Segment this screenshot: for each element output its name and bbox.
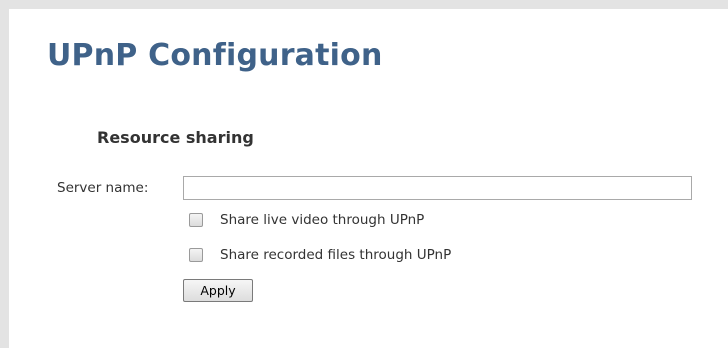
share-recorded-files-checkbox[interactable] [189,248,203,262]
share-live-video-checkbox[interactable] [189,213,203,227]
page-title: UPnP Configuration [47,38,383,73]
share-recorded-files-label[interactable]: Share recorded files through UPnP [220,247,451,263]
apply-button[interactable]: Apply [183,279,253,302]
server-name-label: Server name: [57,180,149,196]
section-title-resource-sharing: Resource sharing [97,128,254,147]
share-recorded-files-option[interactable]: Share recorded files through UPnP [189,246,451,264]
config-panel: UPnP Configuration Resource sharing Serv… [0,0,728,348]
share-live-video-label[interactable]: Share live video through UPnP [220,212,424,228]
share-live-video-option[interactable]: Share live video through UPnP [189,211,424,229]
server-name-input[interactable] [183,176,692,200]
